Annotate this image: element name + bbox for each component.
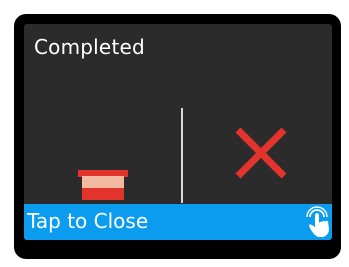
dialog-frame: Completed Tap to Close [14,14,341,259]
pot-icon [78,170,128,200]
completed-dialog: Completed Tap to Close [24,24,332,240]
tap-to-close-button[interactable]: Tap to Close [24,204,332,240]
divider [181,108,183,203]
tap-to-close-label: Tap to Close [27,209,149,233]
dialog-title: Completed [34,35,145,59]
close-x-icon [235,127,287,179]
tap-hand-icon [306,206,329,237]
